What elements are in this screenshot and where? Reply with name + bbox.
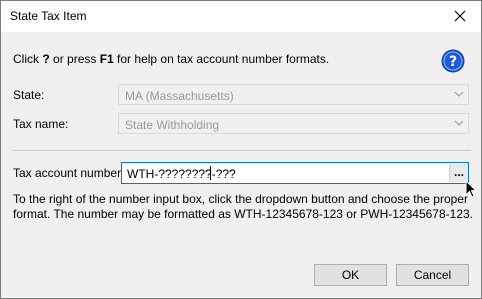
help-hint: Click ? or press F1 for help on tax acco… bbox=[13, 52, 329, 66]
text-caret bbox=[210, 166, 211, 180]
divider bbox=[13, 150, 471, 151]
tax-account-input[interactable]: WTH-????????-??? bbox=[121, 162, 469, 184]
format-description: To the right of the number input box, cl… bbox=[13, 192, 474, 221]
chevron-down-icon bbox=[454, 91, 464, 97]
tax-account-label: Tax account number: bbox=[13, 166, 125, 180]
state-dropdown[interactable]: MA (Massachusetts) bbox=[118, 84, 469, 105]
title-bar: State Tax Item bbox=[1, 1, 481, 32]
chevron-down-icon bbox=[454, 120, 464, 126]
svg-text:?: ? bbox=[449, 54, 457, 70]
help-hint-mid: or press bbox=[49, 52, 100, 66]
help-hint-prefix: Click bbox=[13, 52, 43, 66]
tax-account-value: WTH-????????-??? bbox=[127, 167, 236, 181]
close-button[interactable] bbox=[439, 1, 481, 32]
tax-name-value: State Withholding bbox=[125, 118, 220, 132]
ok-button[interactable]: OK bbox=[314, 264, 387, 286]
tax-name-label: Tax name: bbox=[13, 117, 69, 131]
tax-name-dropdown[interactable]: State Withholding bbox=[118, 113, 469, 134]
state-value: MA (Massachusetts) bbox=[125, 89, 234, 103]
help-icon[interactable]: ? bbox=[441, 49, 465, 73]
mouse-pointer-icon bbox=[465, 180, 477, 198]
window-title: State Tax Item bbox=[10, 9, 87, 23]
close-icon bbox=[454, 10, 466, 22]
help-hint-question: ? bbox=[42, 52, 50, 66]
cancel-button[interactable]: Cancel bbox=[396, 264, 469, 286]
state-label: State: bbox=[13, 88, 45, 102]
dialog-window: State Tax Item Click ? or press F1 for h… bbox=[0, 0, 482, 299]
help-hint-f1: F1 bbox=[99, 52, 114, 66]
help-hint-suffix: for help on tax account number formats. bbox=[113, 52, 330, 66]
